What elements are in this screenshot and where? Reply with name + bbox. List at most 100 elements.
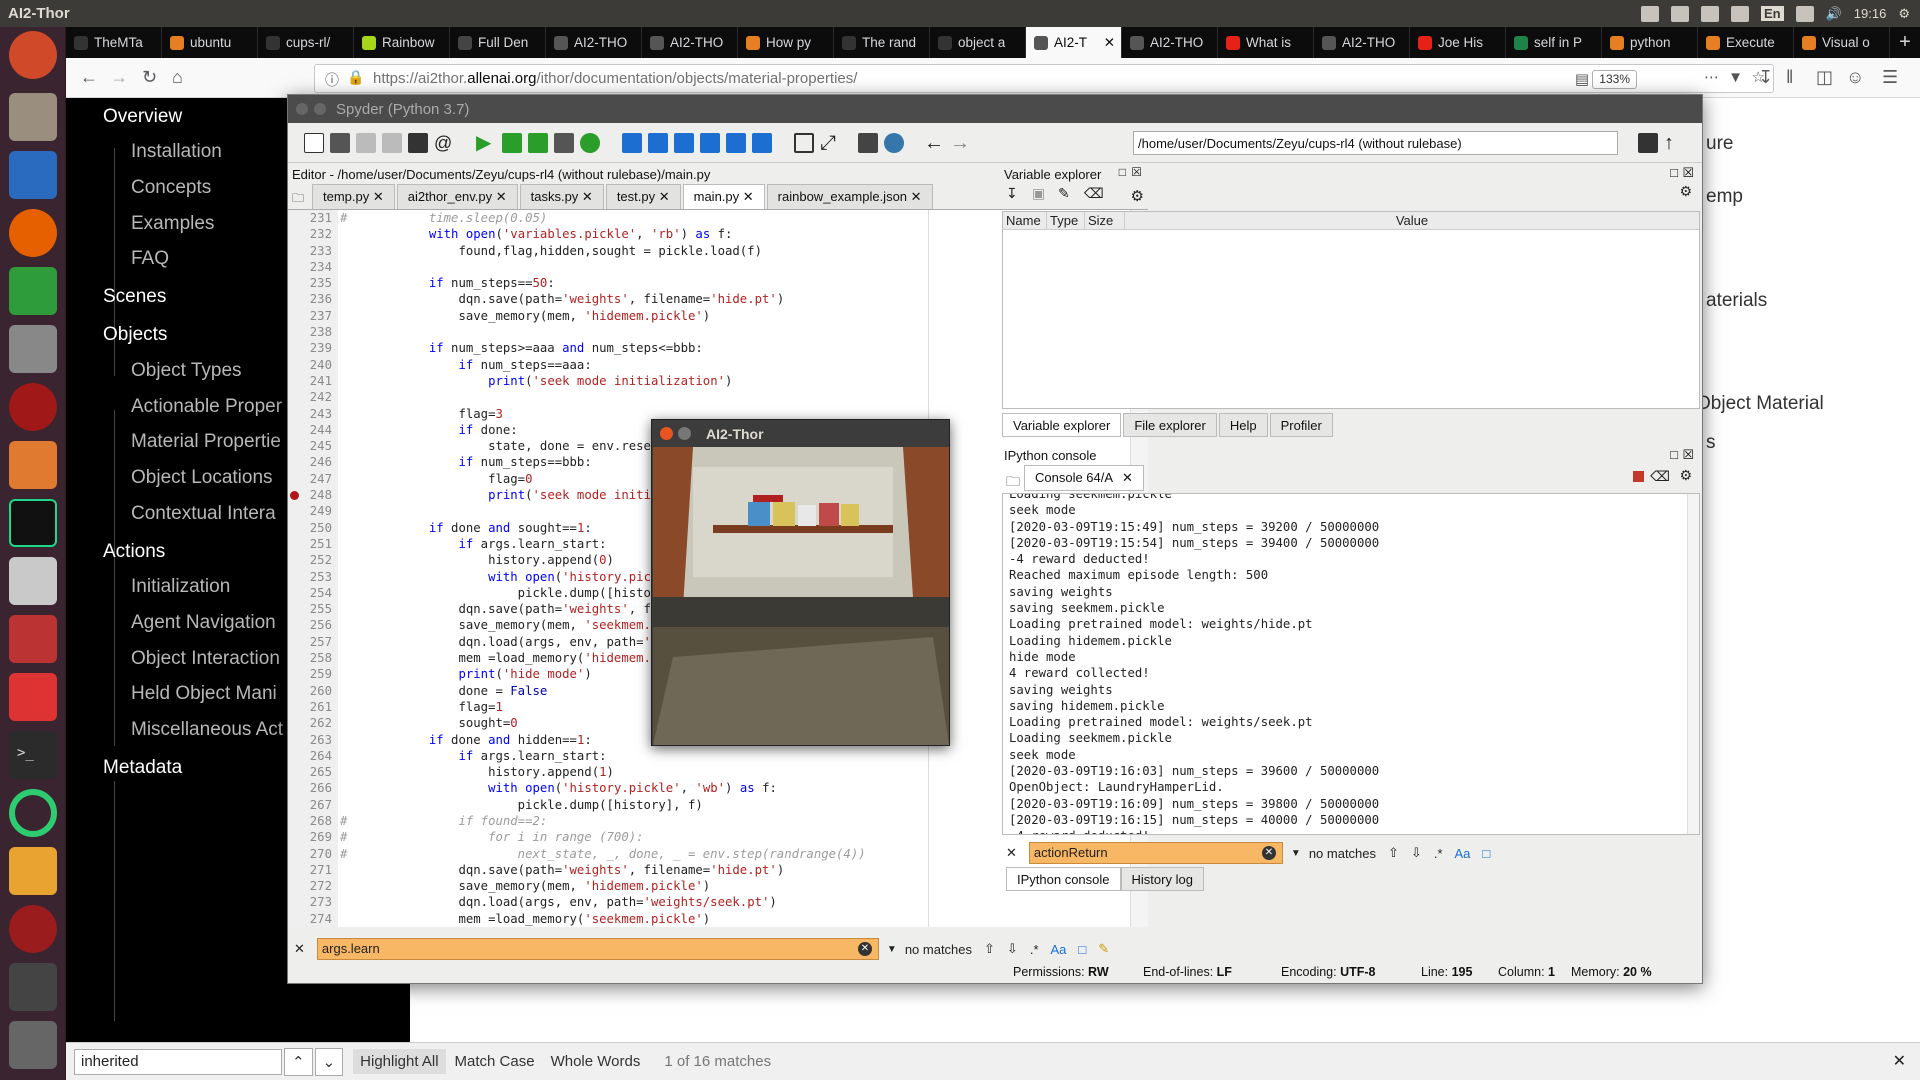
browser-tab[interactable]: The rand	[834, 27, 930, 58]
downloads-icon[interactable]: ↧	[1758, 67, 1773, 88]
continue-icon[interactable]	[726, 133, 746, 153]
line-number[interactable]: 265	[288, 764, 332, 780]
console-find-input[interactable]: actionReturn ✕	[1028, 842, 1283, 864]
maximize-pane-icon[interactable]	[794, 133, 814, 153]
red-app-icon[interactable]	[9, 383, 57, 431]
case-sensitive-icon[interactable]: Aa	[1455, 846, 1471, 861]
sidebar-icon[interactable]: ◫	[1816, 67, 1833, 88]
editor-tab[interactable]: temp.py ✕	[312, 184, 395, 209]
home-icon[interactable]: ⌂	[172, 67, 183, 88]
ubuntu-dash-icon[interactable]	[9, 31, 57, 79]
find-up-icon[interactable]: ⇧	[984, 941, 995, 957]
step-into-icon[interactable]	[674, 133, 694, 153]
line-number[interactable]: 240	[288, 357, 332, 373]
close-editor-tab-icon[interactable]: ✕	[578, 189, 593, 204]
line-number[interactable]: 241	[288, 373, 332, 389]
edit-data-icon[interactable]: ✎	[1058, 185, 1070, 202]
regex-icon[interactable]: .*	[1434, 846, 1443, 861]
browse-directory-icon[interactable]	[1638, 133, 1658, 153]
console-find-dropdown-icon[interactable]: ▼	[1291, 848, 1301, 859]
line-number[interactable]: 243	[288, 406, 332, 422]
case-sensitive-icon[interactable]: Aa	[1051, 942, 1067, 957]
parent-directory-icon[interactable]: ↑	[1664, 133, 1684, 153]
erase-data-icon[interactable]: ⌫	[1084, 185, 1104, 202]
line-number[interactable]: 262	[288, 715, 332, 731]
tab-ipython-console[interactable]: IPython console	[1006, 867, 1121, 891]
browser-tab[interactable]: self in P	[1506, 27, 1602, 58]
firefox-app-icon[interactable]	[9, 209, 57, 257]
fullscreen-icon[interactable]: ⤢	[820, 133, 840, 153]
minimize-window-icon[interactable]	[314, 103, 326, 115]
power-gear-icon[interactable]: ⚙	[1898, 6, 1910, 22]
line-number[interactable]: 258	[288, 650, 332, 666]
browser-tab[interactable]: How py	[738, 27, 834, 58]
line-number[interactable]: 272	[288, 878, 332, 894]
browser-tab[interactable]: AI2-THO	[546, 27, 642, 58]
url-bar[interactable]: ⓘ 🔒 https://ai2thor. allenai.org/ithor/do…	[314, 64, 1774, 93]
browser-tab[interactable]: AI2-THO	[642, 27, 738, 58]
close-pane-icon[interactable]: ☒	[1682, 447, 1694, 463]
reload-icon[interactable]: ↻	[142, 67, 157, 88]
back-icon[interactable]: ←	[80, 67, 98, 88]
reader-view-icon[interactable]: ▤	[1575, 70, 1589, 88]
console-scrollbar[interactable]	[1687, 494, 1699, 834]
line-number[interactable]: 236	[288, 291, 332, 307]
line-number[interactable]: 268	[288, 813, 332, 829]
preferences-wrench-icon[interactable]	[858, 133, 878, 153]
editor-tab[interactable]: main.py ✕	[682, 184, 765, 209]
run-cell-icon[interactable]	[528, 133, 548, 153]
line-number[interactable]: 232	[288, 226, 332, 242]
line-number[interactable]: 264	[288, 748, 332, 764]
find-next-button[interactable]: ⌄	[314, 1047, 344, 1076]
whole-words-button[interactable]: Whole Words	[544, 1049, 648, 1074]
close-window-icon[interactable]	[296, 103, 308, 115]
docs-nav-item[interactable]: Metadata	[103, 757, 182, 779]
clear-console-icon[interactable]: ⌫	[1650, 468, 1670, 485]
line-number[interactable]: 244	[288, 422, 332, 438]
browser-tab[interactable]: Execute	[1698, 27, 1794, 58]
line-number[interactable]: 237	[288, 308, 332, 324]
close-editor-find-icon[interactable]: ✕	[294, 941, 305, 957]
camera-app-icon[interactable]	[9, 325, 57, 373]
docs-nav-item[interactable]: Scenes	[103, 286, 166, 308]
pocket-icon[interactable]: ▼	[1728, 69, 1743, 86]
notes-icon[interactable]	[1640, 5, 1659, 22]
browser-tab[interactable]: Full Den	[450, 27, 546, 58]
line-number[interactable]: 270	[288, 846, 332, 862]
close-tab-icon[interactable]: ✕	[1104, 35, 1115, 51]
import-data-icon[interactable]: ↧	[1006, 185, 1018, 202]
at-icon[interactable]: @	[434, 133, 454, 153]
browser-tab[interactable]: python	[1602, 27, 1698, 58]
line-number[interactable]: 259	[288, 666, 332, 682]
terminal-app-icon[interactable]: >_	[9, 731, 57, 779]
line-number[interactable]: 267	[288, 797, 332, 813]
calc-app-icon[interactable]	[9, 267, 57, 315]
clear-console-find-icon[interactable]: ✕	[1261, 846, 1276, 860]
line-number[interactable]: 252	[288, 552, 332, 568]
close-window-icon[interactable]	[660, 427, 673, 440]
line-number[interactable]: 253	[288, 569, 332, 585]
line-number[interactable]: 249	[288, 503, 332, 519]
browser-tab[interactable]: AI2-T ✕	[1026, 27, 1122, 58]
undock-icon[interactable]: □	[1670, 165, 1678, 180]
column-size[interactable]: Size	[1085, 212, 1125, 229]
close-console-tab-icon[interactable]: ✕	[1122, 470, 1133, 485]
close-editor-tab-icon[interactable]: ✕	[655, 189, 670, 204]
browser-tab[interactable]: Visual o	[1794, 27, 1890, 58]
battery-icon[interactable]	[1730, 5, 1749, 22]
regex-icon[interactable]: .*	[1030, 942, 1039, 957]
line-number[interactable]: 261	[288, 699, 332, 715]
browser-tab[interactable]: AI2-THO	[1122, 27, 1218, 58]
column-name[interactable]: Name	[1003, 212, 1047, 229]
editor-tab[interactable]: ai2thor_env.py ✕	[396, 184, 518, 209]
settings-app-icon[interactable]	[9, 615, 57, 663]
info-icon[interactable]: ⓘ	[325, 70, 339, 90]
close-editor-tab-icon[interactable]: ✕	[739, 189, 754, 204]
zoom-level[interactable]: 133%	[1592, 70, 1637, 89]
undock-icon[interactable]: □	[1670, 447, 1678, 462]
files-app-icon[interactable]	[9, 93, 57, 141]
forward-icon[interactable]: →	[110, 67, 128, 88]
editor-tab[interactable]: rainbow_example.json ✕	[766, 184, 933, 209]
working-directory-field[interactable]: /home/user/Documents/Zeyu/cups-rl4 (with…	[1133, 131, 1618, 155]
console-folder-icon[interactable]: 🗀	[1006, 471, 1020, 495]
